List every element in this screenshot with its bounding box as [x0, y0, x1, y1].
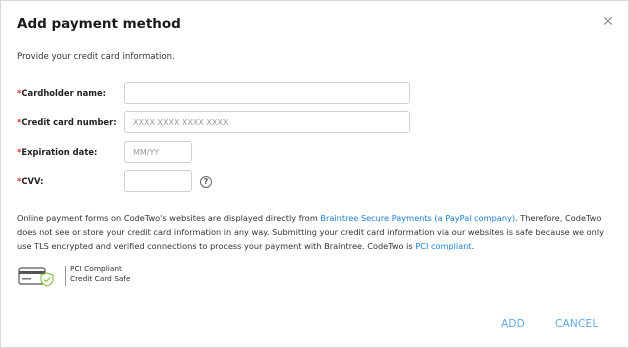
credit-card-shield-icon	[18, 267, 54, 287]
expiration-label-text: Expiration date:	[21, 147, 98, 157]
pci-line-1: PCI Compliant	[70, 264, 122, 273]
cancel-button[interactable]: CANCEL	[555, 318, 598, 330]
dialog-title: Add payment method	[17, 16, 181, 32]
cardholder-row: *Cardholder name:	[17, 82, 417, 104]
pci-compliant-link[interactable]: PCI compliant	[415, 241, 471, 251]
pci-line-2: Credit Card Safe	[70, 274, 131, 283]
security-notice: Online payment forms on CodeTwo's websit…	[17, 211, 617, 253]
expiration-date-input[interactable]	[124, 141, 192, 163]
close-icon[interactable]: ✕	[599, 13, 617, 31]
notice-text-1: Online payment forms on CodeTwo's websit…	[17, 213, 321, 223]
expiration-label: *Expiration date:	[17, 147, 97, 157]
dialog-subtitle: Provide your credit card information.	[17, 52, 175, 62]
card-number-label-text: Credit card number:	[21, 117, 117, 127]
cardholder-label: *Cardholder name:	[17, 88, 106, 98]
add-button[interactable]: ADD	[501, 318, 525, 330]
card-number-row: *Credit card number:	[17, 111, 417, 133]
cardholder-label-text: Cardholder name:	[21, 88, 106, 98]
cvv-input[interactable]	[124, 170, 192, 192]
cardholder-name-input[interactable]	[124, 82, 410, 104]
add-payment-dialog: Add payment method ✕ Provide your credit…	[0, 0, 629, 348]
badge-divider	[65, 266, 66, 286]
braintree-link[interactable]: Braintree Secure Payments (a PayPal comp…	[320, 213, 515, 223]
pci-badge-text: PCI Compliant Credit Card Safe	[70, 264, 131, 284]
cvv-label: *CVV:	[17, 176, 43, 186]
cvv-row: *CVV: ?	[17, 170, 227, 192]
cvv-label-text: CVV:	[21, 176, 44, 186]
expiration-row: *Expiration date:	[17, 141, 217, 163]
card-number-label: *Credit card number:	[17, 117, 117, 127]
card-number-input[interactable]	[124, 111, 410, 133]
notice-text-3: .	[471, 241, 475, 251]
help-icon[interactable]: ?	[200, 176, 212, 188]
